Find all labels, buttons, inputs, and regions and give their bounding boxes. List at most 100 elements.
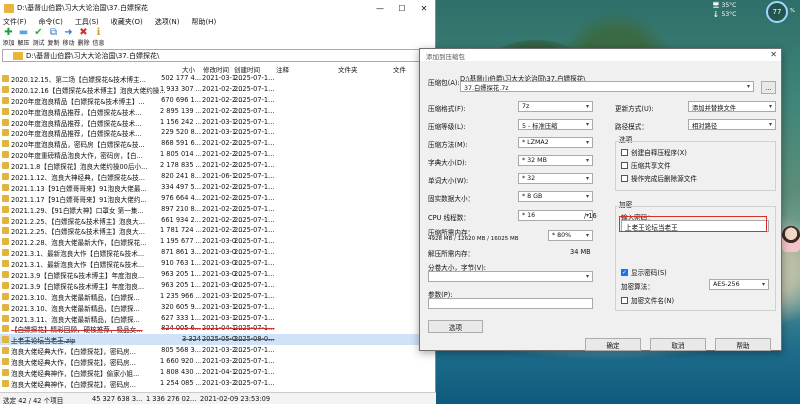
- word-select[interactable]: * 32 ▾: [518, 173, 593, 184]
- menu-help[interactable]: 帮助(H): [191, 17, 216, 27]
- memory-detail: 4928 MB / 12620 MB / 16025 MB: [428, 236, 519, 242]
- split-select[interactable]: ▾: [428, 271, 593, 282]
- file-created: 2025-07-1...: [234, 346, 275, 355]
- file-row[interactable]: 2021.1.29、【91白嫖大神】口罩女 第一集... 897 210 8...…: [0, 204, 436, 215]
- chevron-down-icon: ▾: [768, 121, 772, 128]
- file-size: 1 781 724 ...: [160, 226, 201, 235]
- file-row[interactable]: 2020年度泡良精品推荐，【白嫖探花&技术... 2 895 139 ... 202…: [0, 106, 436, 117]
- toolbar-add-button[interactable]: ✚ 添加: [1, 28, 16, 48]
- file-row[interactable]: 2021.1.17【91白嫖哥哥来】91泡良大佬约... 976 664 4...…: [0, 193, 436, 204]
- file-size: 868 591 6...: [161, 139, 201, 148]
- file-row[interactable]: 2020.12.16【白嫖探花&技术博主】泡良大佬约操... 1 933 307 …: [0, 84, 436, 95]
- file-row[interactable]: 2021.1.12、泡良大神经典，【白嫖探花&技... 820 241 8... 2…: [0, 171, 436, 182]
- ok-button[interactable]: 确定: [585, 338, 641, 351]
- solid-select[interactable]: * 8 GB ▾: [518, 191, 593, 202]
- dict-select[interactable]: * 32 MB ▾: [518, 155, 593, 166]
- toolbar-info-button[interactable]: ℹ 信息: [91, 28, 106, 48]
- file-row[interactable]: 2021.3.1、最新泡良大作【白嫖探花&技术... 910 763 1... 20…: [0, 258, 436, 269]
- method-select[interactable]: * LZMA2 ▾: [518, 137, 593, 148]
- file-row[interactable]: 泡良大佬经典神作，【白嫖探花】，密码房... 1 254 085 ... 2021-…: [0, 378, 436, 389]
- level-value: 5 - 标准压缩: [522, 123, 558, 130]
- options-button[interactable]: 选项: [428, 320, 483, 333]
- file-row[interactable]: 2021.1.13【91白嫖哥哥来】91泡良大佬最... 334 497 5...…: [0, 182, 436, 193]
- help-button[interactable]: 帮助: [715, 338, 771, 351]
- cancel-button[interactable]: 取消: [650, 338, 706, 351]
- toolbar-copy-button[interactable]: ⧉ 复制: [46, 28, 61, 48]
- path-bar[interactable]: D:\基督山伯爵\习大大论治国\37.白嫖探花\ ▾: [2, 49, 434, 62]
- close-icon[interactable]: ✕: [770, 50, 777, 59]
- shared-label: 压缩共享文件: [631, 162, 671, 170]
- threads-select[interactable]: * 16 ▾: [518, 210, 593, 221]
- file-row[interactable]: 2021.3.10、泡良大佬最新精品，【白嫖探... 320 605 9... 20…: [0, 302, 436, 313]
- sfx-checkbox[interactable]: 创建自释压程序(X): [621, 147, 687, 157]
- file-row[interactable]: 2020年度泡良精品，密码房【白嫖探花&技... 868 591 6... 2021…: [0, 138, 436, 149]
- menu-favorites[interactable]: 收藏夹(O): [111, 17, 143, 27]
- file-size: 1 660 920 ...: [160, 357, 201, 366]
- shared-checkbox[interactable]: 压缩共享文件: [621, 160, 671, 170]
- file-created: 2025-07-1...: [234, 172, 275, 181]
- encryption-method-select[interactable]: AES-256 ▾: [709, 279, 769, 290]
- browse-button[interactable]: ...: [761, 81, 776, 94]
- system-monitor-widget: 🖥 35°C 🌡 53°C 77 %: [708, 0, 800, 23]
- minimize-button[interactable]: —: [369, 0, 391, 16]
- path-mode-select[interactable]: 相对路径 ▾: [688, 119, 776, 130]
- params-input[interactable]: [428, 298, 593, 309]
- show-password-checkbox[interactable]: ✓ 显示密码(S): [621, 267, 667, 277]
- desktop-avatar[interactable]: [782, 226, 800, 252]
- file-row[interactable]: 2021.3.11、泡良大佬最新精品，【白嫖探... 627 333 1... 20…: [0, 313, 436, 324]
- maximize-button[interactable]: ☐: [391, 0, 413, 16]
- word-value: * 32: [522, 175, 536, 182]
- memory-value: * 80%: [552, 232, 572, 239]
- file-row[interactable]: 2021.1.8【白嫖探花】泡良大佬约操00后小... 2 178 835 ...…: [0, 160, 436, 171]
- file-created: 2025-07-1...: [234, 226, 275, 235]
- menu-bar: 文件(F) 命令(C) 工具(S) 收藏夹(O) 选项(N) 帮助(H): [0, 16, 435, 27]
- file-name: 2020年度泡良精品，密码房【白嫖探花&技...: [11, 141, 145, 150]
- menu-file[interactable]: 文件(F): [3, 17, 27, 27]
- file-row[interactable]: 上老王论坛当老王.zip 3 324 2025-05-0... 2025-08-0..…: [0, 334, 436, 345]
- file-row[interactable]: 2021.3.9【白嫖探花&技术博主】年度泡良... 963 205 1... 20…: [0, 269, 436, 280]
- file-size: 1 156 242 ...: [160, 117, 201, 126]
- menu-command[interactable]: 命令(C): [39, 17, 63, 27]
- format-select[interactable]: 7z ▾: [518, 101, 593, 112]
- file-row[interactable]: 泡良大佬经典大作，【白嫖探花】，密码房... 1 660 920 ... 2021-…: [0, 356, 436, 367]
- file-row[interactable]: 2020年度泡良精品推荐，【白嫖探花&技术... 229 520 8... 2021…: [0, 127, 436, 138]
- encrypt-names-checkbox[interactable]: 加密文件名(N): [621, 295, 674, 305]
- window-title: D:\基督山伯爵\习大大论治国\37.白嫖探花: [17, 4, 148, 12]
- update-select[interactable]: 添加并替换文件 ▾: [688, 101, 776, 112]
- file-list: 2020.12.15、第二场【白嫖探花&技术博主... 502 177 4... 2…: [0, 73, 436, 389]
- memory-select[interactable]: * 80% ▾: [548, 230, 593, 241]
- file-row[interactable]: 2021.3.10、泡良大佬最新精品，【白嫖探... 1 235 966 ... 2…: [0, 291, 436, 302]
- chevron-down-icon: ▾: [585, 193, 589, 200]
- toolbar-test-button[interactable]: ✔ 测试: [31, 27, 46, 48]
- file-row[interactable]: 2020年度重磅精品泡良大作，密码房，【白... 1 805 014 ... 202…: [0, 149, 436, 160]
- toolbar-label: 解压: [17, 40, 30, 47]
- archive-name-combo[interactable]: 37.白嫖探花.7z ▾: [460, 81, 754, 92]
- file-row[interactable]: 泡良大佬经典神作，【白嫖探花】偷家小姐... 1 808 430 ... 2021-…: [0, 367, 436, 378]
- file-row[interactable]: 2021.3.9【白嫖探花&技术博主】年度泡良... 963 205 1... 20…: [0, 280, 436, 291]
- toolbar-move-button[interactable]: ➜ 移动: [61, 28, 76, 48]
- level-select[interactable]: 5 - 标准压缩 ▾: [518, 119, 593, 130]
- add-to-archive-dialog: 添加到压缩包 ✕ 压缩包(A): D:\基督山伯爵\习大大论治国\37.白嫖探花…: [419, 48, 782, 351]
- file-row[interactable]: 2021.2.28、泡良大佬最新大作，【白嫖探花... 1 195 677 ...…: [0, 236, 436, 247]
- file-row[interactable]: 2021.2.25、【白嫖探花&技术博主】泡良大... 1 781 724 ...…: [0, 225, 436, 236]
- file-name: 2020年度重磅精品泡良大作，密码房，【白...: [11, 152, 143, 161]
- file-row[interactable]: 2020.12.15、第二场【白嫖探花&技术博主... 502 177 4... 2…: [0, 73, 436, 84]
- file-row[interactable]: 泡良大佬经典大作，【白嫖探花】，密码房... 805 568 3... 2021-0…: [0, 345, 436, 356]
- file-row[interactable]: 2021.2.25、【白嫖探花&技术博主】泡良大... 661 934 2... 2…: [0, 215, 436, 226]
- file-created: 2025-07-1...: [234, 182, 275, 191]
- file-row[interactable]: 2020年度泡良精品【白嫖探花&技术博主】... 670 696 1... 2021…: [0, 95, 436, 106]
- file-size: 1 805 014 ...: [160, 150, 201, 159]
- toolbar-extract-button[interactable]: ▬ 解压: [16, 28, 31, 48]
- file-row[interactable]: 2021.3.1、最新泡良大作【白嫖探花&技术... 871 861 3... 20…: [0, 247, 436, 258]
- menu-tools[interactable]: 工具(S): [75, 17, 99, 27]
- usage-gauge: 77: [766, 1, 788, 23]
- file-row[interactable]: 【白嫖探花】精彩回顾，硬核推荐，极品女... 824 005 6... 2021-0…: [0, 323, 436, 334]
- file-name: 2021.2.25、【白嫖探花&技术博主】泡良大...: [11, 217, 145, 226]
- file-row[interactable]: 2020年度泡良精品推荐，【白嫖探花&技术... 1 156 242 ... 202…: [0, 117, 436, 128]
- toolbar-delete-button[interactable]: ✖ 删除: [76, 28, 91, 48]
- close-button[interactable]: ✕: [413, 0, 435, 16]
- test-icon: ✔: [34, 27, 43, 38]
- menu-options[interactable]: 选项(N): [155, 17, 180, 27]
- delete-source-checkbox[interactable]: 操作完成后删除源文件: [621, 173, 697, 183]
- file-size: 229 520 8...: [161, 128, 201, 137]
